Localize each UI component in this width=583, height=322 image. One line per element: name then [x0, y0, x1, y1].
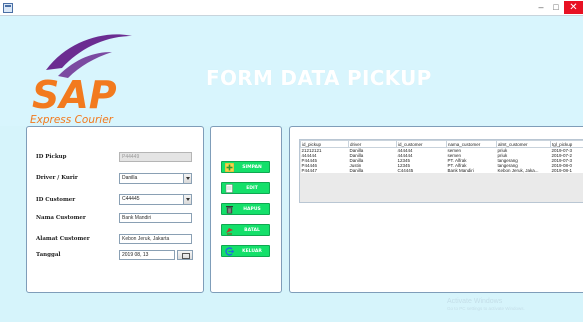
table-row[interactable]: P44447 Danilla C44445 Bank Mandiri Kebon…	[300, 168, 583, 173]
close-button[interactable]: ✕	[564, 1, 583, 14]
id-customer-combobox[interactable]: C44445	[119, 194, 192, 205]
table-cell: P44447	[300, 168, 349, 173]
add-icon	[225, 163, 234, 172]
minimize-button[interactable]: –	[534, 1, 548, 14]
hapus-label: HAPUS	[243, 207, 261, 212]
calendar-button[interactable]	[177, 250, 193, 260]
alamat-customer-field[interactable]: Kebon Jeruk, Jakarta	[119, 234, 192, 244]
cancel-icon	[226, 228, 233, 235]
id-pickup-field: P44449	[119, 152, 192, 162]
table-cell: Danilla	[348, 168, 397, 173]
watermark-title: Activate Windows	[447, 298, 503, 305]
document-edit-icon	[225, 184, 233, 193]
keluar-label: KELUAR	[242, 249, 262, 254]
column-header[interactable]: nama_customer	[446, 140, 497, 148]
tanggal-label: Tanggal	[36, 252, 61, 258]
maximize-button[interactable]: □	[549, 1, 563, 14]
table-cell: Kebon Jeruk, Jaka...	[496, 168, 551, 173]
pickup-table-scroll[interactable]: id_pickup driver id_customer nama_custom…	[299, 139, 583, 203]
svg-text:Express Courier: Express Courier	[30, 114, 114, 126]
app-icon	[3, 3, 13, 13]
input-panel: ID Pickup P44449 Driver / Kurir Danilla …	[26, 126, 204, 293]
alamat-customer-label: Alamat Customer	[36, 236, 90, 242]
svg-text:SAP: SAP	[32, 73, 117, 117]
table-cell: 2019-08-1	[550, 168, 583, 173]
column-header[interactable]: almt_customer	[496, 140, 551, 148]
id-pickup-label: ID Pickup	[36, 154, 67, 160]
batal-button[interactable]: BATAL	[221, 224, 270, 236]
simpan-button[interactable]: SIMPAN	[221, 161, 270, 173]
column-header[interactable]: id_pickup	[300, 140, 349, 148]
driver-label: Driver / Kurir	[36, 175, 78, 181]
column-header[interactable]: tgl_pickup	[550, 140, 583, 148]
driver-value: Danilla	[122, 175, 138, 181]
chevron-down-icon[interactable]	[183, 195, 191, 204]
driver-combobox[interactable]: Danilla	[119, 173, 192, 184]
hapus-button[interactable]: HAPUS	[221, 203, 270, 215]
simpan-label: SIMPAN	[242, 165, 262, 170]
edit-button[interactable]: EDIT	[221, 182, 270, 194]
id-customer-value: C44445	[122, 196, 140, 202]
page-title: FORM DATA PICKUP	[206, 66, 432, 90]
window-title-bar: – □ ✕	[0, 0, 583, 16]
column-header[interactable]: driver	[348, 140, 397, 148]
batal-label: BATAL	[244, 228, 260, 233]
nama-customer-field[interactable]: Bank Mandiri	[119, 213, 192, 223]
watermark-subtitle: Go to PC settings to activate Windows.	[447, 306, 525, 311]
table-panel: id_pickup driver id_customer nama_custom…	[289, 126, 583, 293]
table-cell: C44445	[396, 168, 447, 173]
trash-icon	[226, 206, 233, 214]
activation-watermark: Activate Windows Go to PC settings to ac…	[447, 297, 525, 312]
tanggal-field[interactable]: 2019 08, 13	[119, 250, 175, 260]
keluar-button[interactable]: KELUAR	[221, 245, 270, 257]
edit-label: EDIT	[246, 186, 258, 191]
id-customer-label: ID Customer	[36, 197, 76, 203]
nama-customer-label: Nama Customer	[36, 215, 86, 221]
pickup-table: id_pickup driver id_customer nama_custom…	[300, 140, 583, 173]
column-header[interactable]: id_customer	[396, 140, 447, 148]
header-banner: SAP Express Courier FORM DATA PICKUP	[0, 16, 583, 126]
action-panel: SIMPAN EDIT HAPUS BATAL KELUAR	[210, 126, 282, 293]
table-cell: Bank Mandiri	[446, 168, 497, 173]
exit-icon	[225, 247, 234, 256]
chevron-down-icon[interactable]	[183, 174, 191, 183]
sap-logo: SAP Express Courier	[30, 34, 132, 126]
table-header-row: id_pickup driver id_customer nama_custom…	[300, 140, 583, 148]
